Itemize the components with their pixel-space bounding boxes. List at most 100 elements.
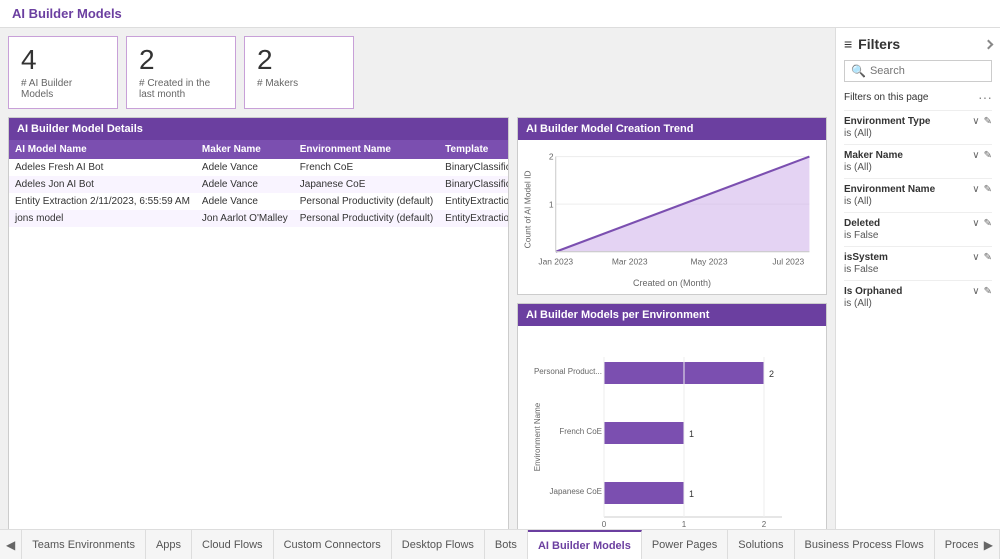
filter-name-4: isSystem: [844, 252, 888, 263]
kpi-card-1: 2 # Created in the last month: [126, 36, 236, 109]
filter-chevron-0[interactable]: ∨: [972, 116, 979, 127]
tab-solutions[interactable]: Solutions: [728, 530, 794, 559]
col-model-name: AI Model Name: [9, 140, 196, 159]
filter-name-2: Environment Name: [844, 184, 935, 195]
table-title: AI Builder Model Details: [9, 118, 508, 140]
svg-text:2: 2: [762, 520, 767, 529]
tabs-container: Teams EnvironmentsAppsCloud FlowsCustom …: [22, 530, 978, 559]
filter-edit-3[interactable]: ✎: [984, 218, 992, 229]
tab-desktop[interactable]: Desktop Flows: [392, 530, 485, 559]
tab-bots[interactable]: Bots: [485, 530, 528, 559]
kpi-value-2: 2: [257, 45, 341, 76]
svg-text:1: 1: [549, 199, 554, 209]
table-content[interactable]: AI Model Name Maker Name Environment Nam…: [9, 140, 508, 529]
filter-value-5: is (All): [844, 298, 992, 309]
tab-ai[interactable]: AI Builder Models: [528, 530, 642, 559]
filter-edit-1[interactable]: ✎: [984, 150, 992, 161]
tab-power[interactable]: Power Pages: [642, 530, 728, 559]
svg-text:Environment Name: Environment Name: [533, 402, 542, 471]
filters-expand-icon[interactable]: [984, 39, 994, 49]
col-template: Template: [439, 140, 508, 159]
charts-section: AI Builder Model Creation Trend Count of…: [517, 117, 827, 529]
tab-nav-right[interactable]: ▶: [978, 530, 1000, 559]
filters-panel: ≡ Filters 🔍 Filters on this page ··· Env…: [835, 28, 1000, 529]
filter-edit-0[interactable]: ✎: [984, 116, 992, 127]
trend-chart-title: AI Builder Model Creation Trend: [518, 118, 826, 140]
tab-custom[interactable]: Custom Connectors: [274, 530, 392, 559]
filter-name-3: Deleted: [844, 218, 880, 229]
svg-text:0: 0: [602, 520, 607, 529]
kpi-row: 4 # AI Builder Models 2 # Created in the…: [8, 36, 827, 109]
filter-name-1: Maker Name: [844, 150, 903, 161]
kpi-card-0: 4 # AI Builder Models: [8, 36, 118, 109]
kpi-label-2: # Makers: [257, 78, 341, 89]
filter-item-0: Environment Type ∨ ✎ is (All): [844, 110, 992, 144]
tab-cloud[interactable]: Cloud Flows: [192, 530, 274, 559]
svg-text:Jul 2023: Jul 2023: [772, 256, 804, 266]
filter-chevron-2[interactable]: ∨: [972, 184, 979, 195]
env-chart-card: AI Builder Models per Environment Enviro…: [517, 303, 827, 529]
tab-business[interactable]: Business Process Flows: [795, 530, 935, 559]
filter-chevron-5[interactable]: ∨: [972, 286, 979, 297]
tab-apps[interactable]: Apps: [146, 530, 192, 559]
env-chart-title: AI Builder Models per Environment: [518, 304, 826, 326]
filter-controls-0: ∨ ✎: [972, 116, 992, 127]
filters-more-icon[interactable]: ···: [978, 90, 992, 104]
filter-item-3: Deleted ∨ ✎ is False: [844, 212, 992, 246]
trend-chart-svg: Count of AI Model ID 1 2 Jan 2023: [524, 146, 820, 273]
filter-edit-2[interactable]: ✎: [984, 184, 992, 195]
filter-icon: ≡: [844, 36, 852, 52]
svg-text:Mar 2023: Mar 2023: [612, 256, 648, 266]
filter-item-5: Is Orphaned ∨ ✎ is (All): [844, 280, 992, 314]
filter-controls-5: ∨ ✎: [972, 286, 992, 297]
svg-text:2: 2: [769, 369, 774, 379]
search-icon: 🔍: [851, 64, 866, 78]
col-maker-name: Maker Name: [196, 140, 294, 159]
filter-controls-2: ∨ ✎: [972, 184, 992, 195]
page-title: AI Builder Models: [12, 6, 122, 21]
filter-controls-4: ∨ ✎: [972, 252, 992, 263]
filters-title-text: Filters: [858, 36, 900, 52]
filter-name-5: Is Orphaned: [844, 286, 902, 297]
filters-on-page-text: Filters on this page: [844, 92, 929, 103]
filter-value-1: is (All): [844, 162, 992, 173]
table-row: Adeles Jon AI BotAdele VanceJapanese CoE…: [9, 176, 508, 193]
trend-chart-card: AI Builder Model Creation Trend Count of…: [517, 117, 827, 295]
filter-chevron-4[interactable]: ∨: [972, 252, 979, 263]
svg-text:Jan 2023: Jan 2023: [538, 256, 573, 266]
table-row: Adeles Fresh AI BotAdele VanceFrench CoE…: [9, 159, 508, 176]
svg-text:1: 1: [689, 429, 694, 439]
kpi-label-0: # AI Builder Models: [21, 78, 105, 100]
tab-nav-left[interactable]: ◀: [0, 530, 22, 559]
filters-search-input[interactable]: [870, 65, 985, 77]
table-section: AI Builder Model Details AI Model Name M…: [8, 117, 509, 529]
table-row: Entity Extraction 2/11/2023, 6:55:59 AMA…: [9, 193, 508, 210]
kpi-label-1: # Created in the last month: [139, 78, 223, 100]
env-chart-svg: Environment Name Personal Product... 2 F…: [524, 332, 820, 529]
filter-value-3: is False: [844, 230, 992, 241]
filter-value-4: is False: [844, 264, 992, 275]
svg-text:1: 1: [689, 489, 694, 499]
svg-text:2: 2: [549, 152, 554, 162]
filter-value-0: is (All): [844, 128, 992, 139]
col-env-name: Environment Name: [294, 140, 439, 159]
svg-text:Personal Product...: Personal Product...: [534, 367, 602, 376]
filters-on-page-label: Filters on this page ···: [844, 90, 992, 104]
tab-teams[interactable]: Teams Environments: [22, 530, 146, 559]
filter-chevron-1[interactable]: ∨: [972, 150, 979, 161]
kpi-value-0: 4: [21, 45, 105, 76]
bottom-tabs: ◀ Teams EnvironmentsAppsCloud FlowsCusto…: [0, 529, 1000, 559]
svg-text:1: 1: [682, 520, 687, 529]
tab-process[interactable]: Process Flows: [935, 530, 978, 559]
filters-title: ≡ Filters: [844, 36, 992, 52]
filter-edit-4[interactable]: ✎: [984, 252, 992, 263]
filter-value-2: is (All): [844, 196, 992, 207]
filter-chevron-3[interactable]: ∨: [972, 218, 979, 229]
table-row: jons modelJon Aarlot O'MalleyPersonal Pr…: [9, 210, 508, 227]
filters-search-box[interactable]: 🔍: [844, 60, 992, 82]
filter-edit-5[interactable]: ✎: [984, 286, 992, 297]
trend-chart-body: Count of AI Model ID 1 2 Jan 2023: [518, 140, 826, 294]
filter-name-0: Environment Type: [844, 116, 931, 127]
svg-text:Japanese CoE: Japanese CoE: [550, 487, 602, 496]
svg-text:Count of AI Model ID: Count of AI Model ID: [524, 170, 532, 248]
